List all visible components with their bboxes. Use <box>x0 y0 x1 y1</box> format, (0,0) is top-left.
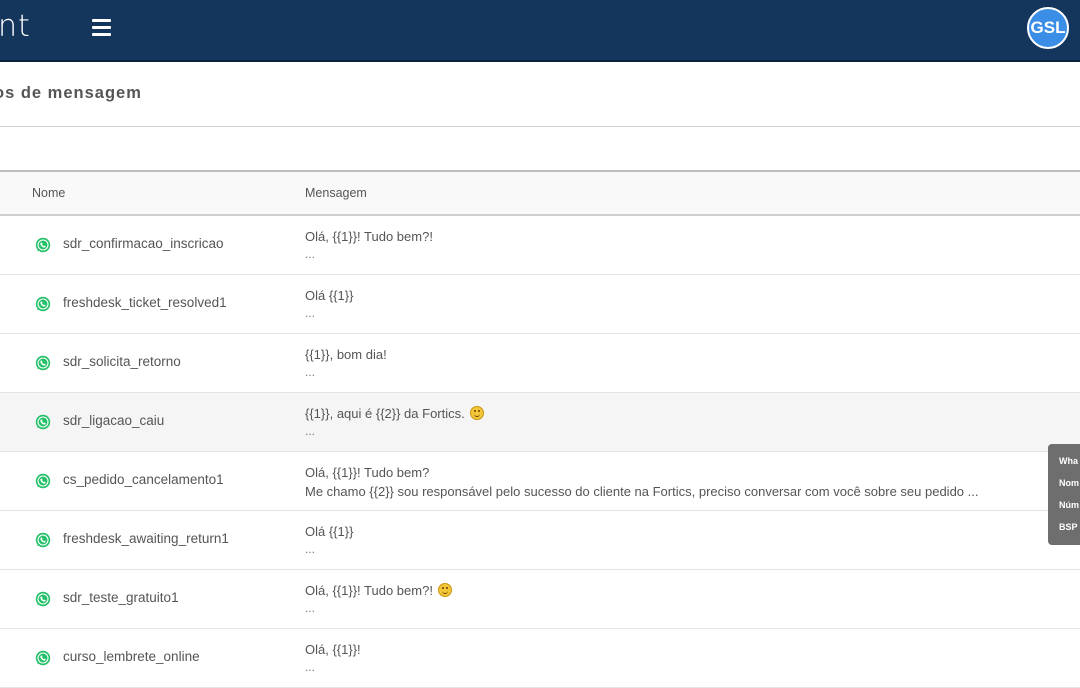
message-line-2: ... <box>305 247 316 261</box>
page-title: os de mensagem <box>0 84 142 102</box>
template-name[interactable]: cs_pedido_cancelamento1 <box>63 472 224 487</box>
template-name[interactable]: freshdesk_awaiting_return1 <box>63 531 229 546</box>
message-cell: {{1}}, bom dia! ... <box>305 333 1080 393</box>
name-cell: freshdesk_ticket_resolved1 <box>0 274 305 334</box>
message-cell: Olá {{1}} ... <box>305 510 1080 570</box>
table-row[interactable]: sdr_ligacao_caiu {{1}}, aqui é {{2}} da … <box>0 392 1080 452</box>
templates-table: Nome Mensagem sdr_confirmacao_inscricao … <box>0 172 1080 688</box>
tooltip-line: Nom <box>1059 478 1079 488</box>
whatsapp-icon <box>35 355 51 371</box>
table-row[interactable]: sdr_teste_gratuito1 Olá, {{1}}! Tudo bem… <box>0 569 1080 629</box>
message-line-2: ... <box>305 601 316 615</box>
message-line-1: Olá {{1}} <box>305 524 354 539</box>
message-line-1: Olá, {{1}}! Tudo bem?! <box>305 583 433 598</box>
message-line-1: Olá, {{1}}! <box>305 642 361 657</box>
table-row[interactable]: freshdesk_awaiting_return1 Olá {{1}} ... <box>0 510 1080 570</box>
name-cell: sdr_ligacao_caiu <box>0 392 305 452</box>
smiley-emoji-icon <box>437 583 452 597</box>
whatsapp-icon <box>35 237 51 253</box>
message-cell: {{1}}, aqui é {{2}} da Fortics. ... <box>305 392 1080 452</box>
smiley-emoji-icon <box>469 406 484 420</box>
message-line-2: ... <box>305 542 316 556</box>
message-cell: Olá {{1}} ... <box>305 274 1080 334</box>
column-header-name[interactable]: Nome <box>0 172 305 216</box>
table-row[interactable]: sdr_solicita_retorno {{1}}, bom dia! ... <box>0 333 1080 393</box>
table-row[interactable]: curso_lembrete_online Olá, {{1}}! ... <box>0 628 1080 688</box>
tooltip-line: Núm <box>1059 500 1079 510</box>
divider <box>0 126 1080 127</box>
template-name[interactable]: sdr_teste_gratuito1 <box>63 590 179 605</box>
template-name[interactable]: curso_lembrete_online <box>63 649 200 664</box>
column-header-message[interactable]: Mensagem <box>305 172 1080 216</box>
message-line-1: {{1}}, aqui é {{2}} da Fortics. <box>305 406 465 421</box>
tooltip-line: BSP <box>1059 522 1078 532</box>
message-cell: Olá, {{1}}! Tudo bem? Me chamo {{2}} sou… <box>305 451 1080 511</box>
template-name[interactable]: sdr_solicita_retorno <box>63 354 181 369</box>
message-line-2: ... <box>305 660 316 674</box>
message-line-1: Olá, {{1}}! Tudo bem?! <box>305 229 433 244</box>
table-row[interactable]: cs_pedido_cancelamento1 Olá, {{1}}! Tudo… <box>0 451 1080 511</box>
app-brand[interactable]: nt <box>0 9 31 45</box>
name-cell: curso_lembrete_online <box>0 628 305 688</box>
template-details-tooltip: Wha Nom Núm BSP <box>1048 444 1080 545</box>
message-line-2: ... <box>305 306 316 320</box>
name-cell: sdr_teste_gratuito1 <box>0 569 305 629</box>
whatsapp-icon <box>35 650 51 666</box>
top-navbar: nt GSL <box>0 0 1080 62</box>
table-row[interactable]: freshdesk_ticket_resolved1 Olá {{1}} ... <box>0 274 1080 334</box>
whatsapp-icon <box>35 532 51 548</box>
template-name[interactable]: sdr_ligacao_caiu <box>63 413 164 428</box>
message-line-1: {{1}}, bom dia! <box>305 347 387 362</box>
name-cell: freshdesk_awaiting_return1 <box>0 510 305 570</box>
user-avatar[interactable]: GSL <box>1027 7 1069 49</box>
message-cell: Olá, {{1}}! Tudo bem?! ... <box>305 215 1080 275</box>
template-name[interactable]: sdr_confirmacao_inscricao <box>63 236 224 251</box>
message-line-2: ... <box>305 424 316 438</box>
message-line-2: ... <box>305 365 316 379</box>
table-row[interactable]: sdr_confirmacao_inscricao Olá, {{1}}! Tu… <box>0 215 1080 275</box>
message-line-1: Olá, {{1}}! Tudo bem? <box>305 465 430 480</box>
whatsapp-icon <box>35 591 51 607</box>
message-line-2: Me chamo {{2}} sou responsável pelo suce… <box>305 484 979 499</box>
name-cell: sdr_solicita_retorno <box>0 333 305 393</box>
name-cell: cs_pedido_cancelamento1 <box>0 451 305 511</box>
whatsapp-icon <box>35 296 51 312</box>
table-header-row: Nome Mensagem <box>0 172 1080 216</box>
whatsapp-icon <box>35 414 51 430</box>
whatsapp-icon <box>35 473 51 489</box>
message-cell: Olá, {{1}}! ... <box>305 628 1080 688</box>
name-cell: sdr_confirmacao_inscricao <box>0 215 305 275</box>
hamburger-menu-icon[interactable] <box>92 19 111 39</box>
tooltip-line: Wha <box>1059 456 1078 466</box>
message-line-1: Olá {{1}} <box>305 288 354 303</box>
message-cell: Olá, {{1}}! Tudo bem?! ... <box>305 569 1080 629</box>
template-name[interactable]: freshdesk_ticket_resolved1 <box>63 295 227 310</box>
